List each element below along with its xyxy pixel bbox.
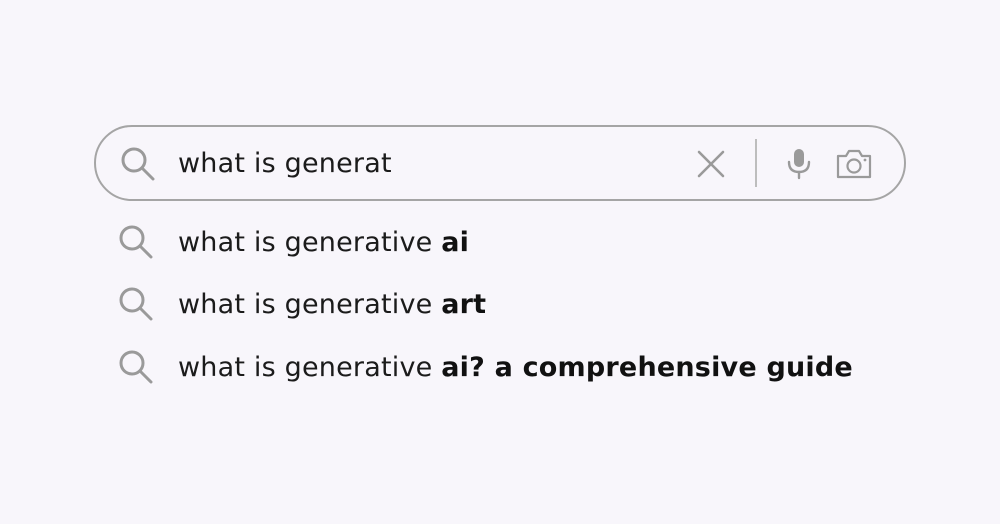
search-icon <box>119 287 153 321</box>
suggestion-item[interactable]: what is generative ai <box>118 220 469 264</box>
suggestion-text: what is generative ai? a comprehensive g… <box>178 352 853 383</box>
suggestion-text: what is generative art <box>178 289 486 320</box>
search-icon <box>119 350 153 384</box>
suggestions-list: what is generative ai what is generative… <box>0 0 1000 524</box>
suggestion-completion: ai <box>441 226 470 258</box>
suggestion-prefix: what is generative <box>178 351 442 383</box>
search-page: what is generative ai what is generative… <box>0 0 1000 524</box>
search-icon <box>119 225 153 259</box>
suggestion-text: what is generative ai <box>178 227 469 258</box>
suggestion-completion: ai? a comprehensive guide <box>441 351 853 383</box>
suggestion-item[interactable]: what is generative art <box>118 282 486 326</box>
suggestion-prefix: what is generative <box>178 226 442 258</box>
suggestion-prefix: what is generative <box>178 288 442 320</box>
suggestion-item[interactable]: what is generative ai? a comprehensive g… <box>118 345 853 389</box>
suggestion-completion: art <box>441 288 487 320</box>
